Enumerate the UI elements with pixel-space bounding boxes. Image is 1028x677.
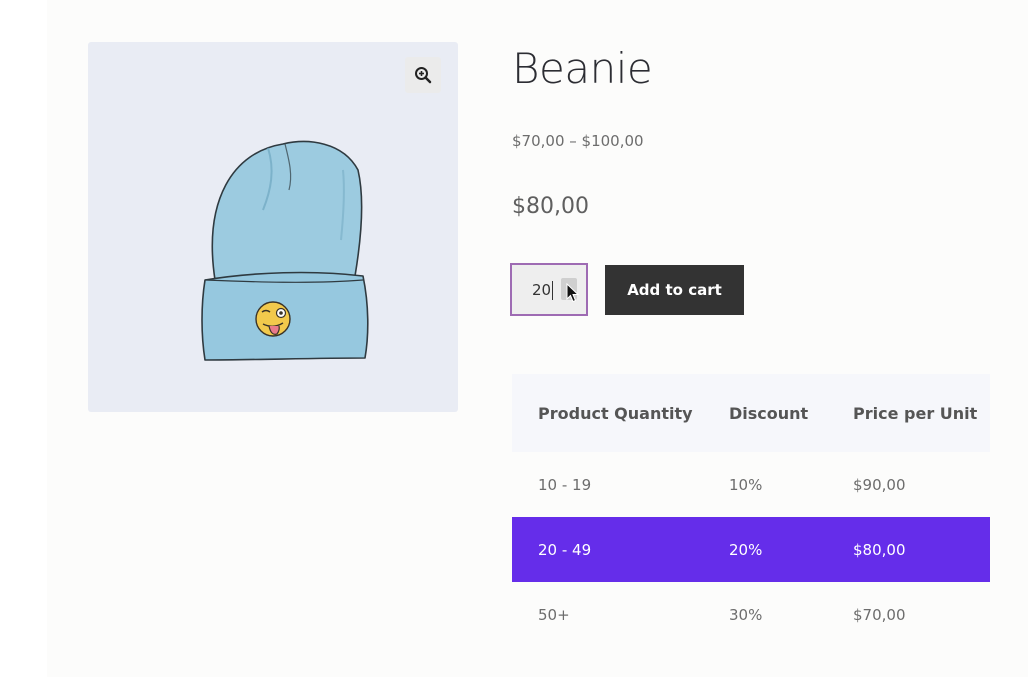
table-row: 10 - 19 10% $90,00 xyxy=(512,452,990,517)
price-range: $70,00 – $100,00 xyxy=(512,132,644,150)
quantity-input[interactable]: 20 xyxy=(510,263,588,316)
quantity-value: 20 xyxy=(532,281,552,299)
beanie-hat-image xyxy=(201,140,369,361)
header-product-quantity: Product Quantity xyxy=(538,403,693,423)
row-discount: 20% xyxy=(729,540,763,559)
header-discount: Discount xyxy=(729,403,809,423)
row-discount: 10% xyxy=(729,475,763,494)
product-title: Beanie xyxy=(512,44,653,93)
zoom-in-icon[interactable] xyxy=(405,57,441,93)
quantity-discount-table: Product Quantity Discount Price per Unit… xyxy=(512,374,990,647)
product-image-gallery[interactable] xyxy=(88,42,458,412)
row-price: $90,00 xyxy=(853,475,906,494)
add-to-cart-button[interactable]: Add to cart xyxy=(605,265,744,315)
row-quantity: 20 - 49 xyxy=(538,540,592,559)
header-price-per-unit: Price per Unit xyxy=(853,403,978,423)
text-caret xyxy=(552,281,553,300)
row-quantity: 10 - 19 xyxy=(538,475,592,494)
table-row: 50+ 30% $70,00 xyxy=(512,582,990,647)
row-quantity: 50+ xyxy=(538,605,570,624)
row-discount: 30% xyxy=(729,605,763,624)
table-header-row: Product Quantity Discount Price per Unit xyxy=(512,374,990,452)
mouse-cursor-icon xyxy=(566,283,580,303)
current-price: $80,00 xyxy=(512,194,589,219)
row-price: $80,00 xyxy=(853,540,906,559)
row-price: $70,00 xyxy=(853,605,906,624)
table-row-active: 20 - 49 20% $80,00 xyxy=(512,517,990,582)
